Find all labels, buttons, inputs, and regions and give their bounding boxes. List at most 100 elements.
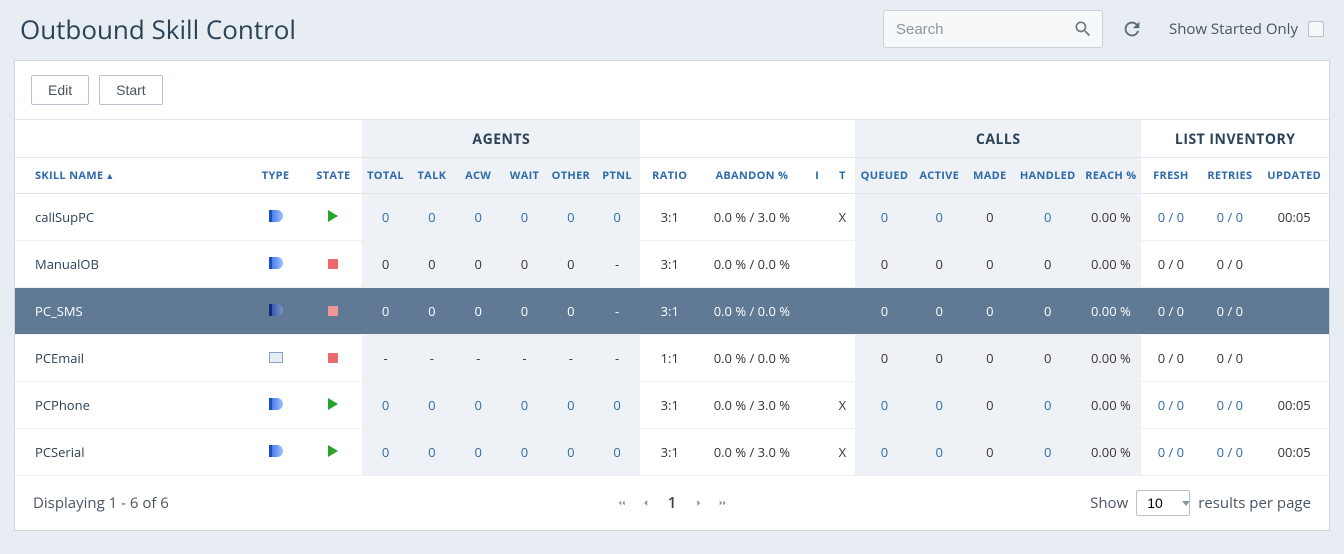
table-row[interactable]: PC_SMS00000-3:10.0 % / 0.0 %00000.00 %0 … — [15, 288, 1329, 335]
phone-icon — [269, 304, 283, 316]
cell-reach: 0.00 % — [1080, 382, 1141, 429]
cell-made: 0 — [965, 429, 1016, 476]
cell-talk: 0 — [409, 194, 455, 241]
cell-queued: 0 — [855, 382, 914, 429]
cell-reach: 0.00 % — [1080, 335, 1141, 382]
cell-ratio: 3:1 — [640, 288, 699, 335]
last-page-icon[interactable] — [716, 497, 728, 509]
refresh-icon[interactable] — [1121, 18, 1143, 40]
col-reach[interactable]: REACH % — [1080, 158, 1141, 194]
cell-ratio: 3:1 — [640, 241, 699, 288]
play-icon — [328, 210, 338, 222]
first-page-icon[interactable] — [616, 497, 628, 509]
col-ratio[interactable]: RATIO — [640, 158, 699, 194]
stop-icon — [328, 353, 338, 363]
search-input[interactable] — [883, 10, 1103, 48]
prev-page-icon[interactable] — [640, 497, 652, 509]
cell-state — [305, 335, 363, 382]
col-type[interactable]: TYPE — [247, 158, 305, 194]
cell-state — [305, 288, 363, 335]
col-made[interactable]: MADE — [965, 158, 1016, 194]
col-total[interactable]: TOTAL — [362, 158, 408, 194]
table-row[interactable]: ManualOB00000-3:10.0 % / 0.0 %00000.00 %… — [15, 241, 1329, 288]
col-talk[interactable]: TALK — [409, 158, 455, 194]
table-row[interactable]: callSupPC0000003:10.0 % / 3.0 %X00000.00… — [15, 194, 1329, 241]
cell-i — [805, 335, 830, 382]
cell-fresh: 0 / 0 — [1141, 194, 1200, 241]
cell-i — [805, 382, 830, 429]
cell-made: 0 — [965, 382, 1016, 429]
cell-retries: 0 / 0 — [1200, 429, 1259, 476]
cell-other: 0 — [548, 241, 594, 288]
cell-t — [830, 241, 855, 288]
page-size-select[interactable]: 10 — [1136, 490, 1190, 516]
cell-ratio: 3:1 — [640, 194, 699, 241]
table-row[interactable]: PCEmail------1:10.0 % / 0.0 %00000.00 %0… — [15, 335, 1329, 382]
phone-icon — [269, 210, 283, 222]
col-handled[interactable]: HANDLED — [1015, 158, 1080, 194]
table-row[interactable]: PCPhone0000003:10.0 % / 3.0 %X00000.00 %… — [15, 382, 1329, 429]
cell-type — [247, 335, 305, 382]
cell-retries: 0 / 0 — [1200, 382, 1259, 429]
edit-button[interactable]: Edit — [31, 75, 89, 105]
phone-icon — [269, 445, 283, 457]
cell-talk: 0 — [409, 288, 455, 335]
cell-fresh: 0 / 0 — [1141, 429, 1200, 476]
pager: 1 — [616, 493, 729, 513]
cell-ptnl: 0 — [594, 429, 640, 476]
cell-handled: 0 — [1015, 288, 1080, 335]
toolbar: Edit Start — [15, 61, 1329, 119]
cell-other: - — [548, 335, 594, 382]
col-fresh[interactable]: FRESH — [1141, 158, 1200, 194]
col-i[interactable]: I — [805, 158, 830, 194]
col-abandon[interactable]: ABANDON % — [699, 158, 804, 194]
cell-other: 0 — [548, 194, 594, 241]
cell-talk: 0 — [409, 382, 455, 429]
show-started-only-label: Show Started Only — [1169, 19, 1298, 39]
col-retries[interactable]: RETRIES — [1200, 158, 1259, 194]
start-button[interactable]: Start — [99, 75, 163, 105]
search-icon[interactable] — [1073, 19, 1093, 39]
cell-ratio: 1:1 — [640, 335, 699, 382]
cell-reach: 0.00 % — [1080, 429, 1141, 476]
cell-ratio: 3:1 — [640, 382, 699, 429]
table-row[interactable]: PCSerial0000003:10.0 % / 3.0 %X00000.00 … — [15, 429, 1329, 476]
cell-t — [830, 288, 855, 335]
col-queued[interactable]: QUEUED — [855, 158, 914, 194]
col-ptnl[interactable]: PTNL — [594, 158, 640, 194]
cell-ptnl: 0 — [594, 382, 640, 429]
cell-made: 0 — [965, 241, 1016, 288]
cell-queued: 0 — [855, 241, 914, 288]
cell-handled: 0 — [1015, 429, 1080, 476]
col-wait[interactable]: WAIT — [501, 158, 547, 194]
cell-handled: 0 — [1015, 241, 1080, 288]
cell-ptnl: - — [594, 241, 640, 288]
page-title: Outbound Skill Control — [20, 11, 296, 47]
col-acw[interactable]: ACW — [455, 158, 501, 194]
cell-type — [247, 194, 305, 241]
col-t[interactable]: T — [830, 158, 855, 194]
cell-abandon: 0.0 % / 3.0 % — [699, 382, 804, 429]
skill-table: AGENTS CALLS LIST INVENTORY SKILL NAME▲ … — [15, 120, 1329, 476]
cell-name: PCSerial — [15, 429, 247, 476]
cell-wait: 0 — [501, 194, 547, 241]
cell-acw: 0 — [455, 429, 501, 476]
cell-state — [305, 241, 363, 288]
cell-active: 0 — [914, 288, 965, 335]
show-started-only-checkbox[interactable] — [1308, 21, 1324, 37]
cell-wait: 0 — [501, 429, 547, 476]
cell-other: 0 — [548, 382, 594, 429]
col-other[interactable]: OTHER — [548, 158, 594, 194]
next-page-icon[interactable] — [692, 497, 704, 509]
cell-abandon: 0.0 % / 0.0 % — [699, 335, 804, 382]
col-skill-name[interactable]: SKILL NAME▲ — [15, 158, 247, 194]
stop-icon — [328, 259, 338, 269]
col-active[interactable]: ACTIVE — [914, 158, 965, 194]
col-updated[interactable]: UPDATED — [1259, 158, 1329, 194]
cell-handled: 0 — [1015, 382, 1080, 429]
col-state[interactable]: STATE — [305, 158, 363, 194]
sort-asc-icon: ▲ — [105, 169, 114, 182]
cell-talk: 0 — [409, 429, 455, 476]
current-page: 1 — [664, 493, 681, 513]
cell-abandon: 0.0 % / 3.0 % — [699, 194, 804, 241]
